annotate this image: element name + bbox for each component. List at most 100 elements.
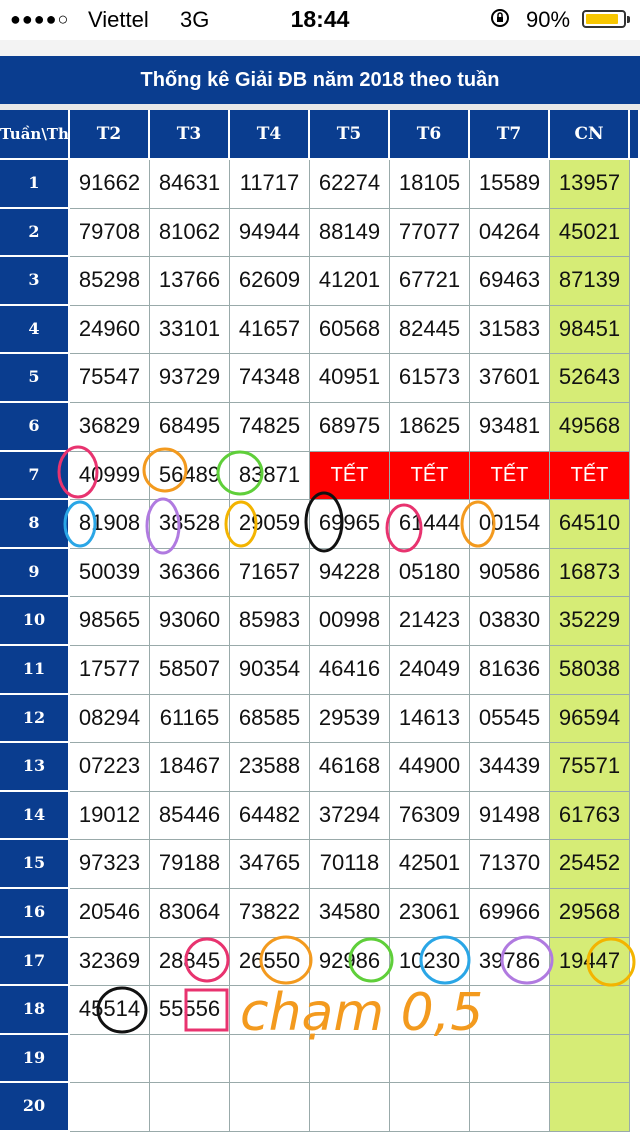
week-label: 15: [0, 840, 70, 889]
table-cell: 00998: [310, 597, 390, 646]
battery-icon: [582, 10, 630, 28]
table-cell: 76309: [390, 791, 470, 841]
table-cell: 24960: [70, 305, 150, 355]
table-cell: 20546: [70, 889, 150, 938]
table-cell: 33101: [150, 305, 230, 355]
table-cell: 69965: [310, 500, 390, 549]
table-cell: 18467: [150, 743, 230, 792]
table-cell: [310, 1083, 390, 1132]
table-cell: 85983: [230, 597, 310, 646]
week-label: 9: [0, 548, 70, 598]
table-cell: 58507: [150, 646, 230, 695]
table-cell: 94228: [310, 548, 390, 598]
table-cell: 31583: [470, 305, 550, 355]
week-label: 1: [0, 160, 70, 209]
table-cell: 24049: [390, 646, 470, 695]
column-header-t5: T5: [310, 110, 390, 160]
table-cell: 62274: [310, 160, 390, 209]
table-cell: 67721: [390, 257, 470, 306]
table-cell: 46416: [310, 646, 390, 695]
week-label: 4: [0, 305, 70, 355]
table-cell: 98451: [550, 305, 630, 355]
table-cell: 75571: [550, 743, 630, 792]
week-label: 2: [0, 208, 70, 258]
table-cell: 60568: [310, 305, 390, 355]
table-cell: 90586: [470, 548, 550, 598]
table-cell: 38528: [150, 500, 230, 549]
table-cell: [70, 1034, 150, 1084]
table-cell: 18105: [390, 160, 470, 209]
table-cell: [150, 1034, 230, 1084]
table-cell: 81908: [70, 500, 150, 549]
table-cell: 70118: [310, 840, 390, 889]
table-cell: 93060: [150, 597, 230, 646]
table-cell: 62609: [230, 257, 310, 306]
week-label: 13: [0, 743, 70, 792]
column-header-t6: T6: [390, 110, 470, 160]
table-cell: 69463: [470, 257, 550, 306]
table-cell: 83064: [150, 889, 230, 938]
table-cell: 45514: [70, 986, 150, 1035]
table-cell: [70, 1083, 150, 1132]
table-cell: [550, 1083, 630, 1132]
table-cell: 19012: [70, 791, 150, 841]
table-cell: 37294: [310, 791, 390, 841]
table-cell: 50039: [70, 548, 150, 598]
column-header-t3: T3: [150, 110, 230, 160]
table-cell: [230, 1034, 310, 1084]
table-cell: 61165: [150, 694, 230, 744]
table-cell: 56489: [150, 451, 230, 501]
table-cell: [230, 1083, 310, 1132]
column-header-cn: CN: [550, 110, 630, 160]
table-cell: 14613: [390, 694, 470, 744]
week-label: 18: [0, 986, 70, 1035]
table-cell: 98565: [70, 597, 150, 646]
table-cell: 55556: [150, 986, 230, 1035]
table-cell: 15589: [470, 160, 550, 209]
table-cell: 36366: [150, 548, 230, 598]
table-cell: 85298: [70, 257, 150, 306]
week-label: 11: [0, 646, 70, 695]
table-cell: 32369: [70, 937, 150, 987]
corner-header: Tuần\Thứ: [0, 110, 70, 160]
table-cell: [390, 986, 470, 1035]
table-cell: 23588: [230, 743, 310, 792]
table-cell: 25452: [550, 840, 630, 889]
table-cell: [390, 1034, 470, 1084]
table-cell: 37601: [470, 354, 550, 403]
table-cell: 74825: [230, 403, 310, 452]
table-cell: 17577: [70, 646, 150, 695]
table-cell: [310, 1034, 390, 1084]
table-cell: [470, 1034, 550, 1084]
table-cell: 52643: [550, 354, 630, 403]
table-cell: 58038: [550, 646, 630, 695]
table-cell: 08294: [70, 694, 150, 744]
week-label: 8: [0, 500, 70, 549]
status-bar: ●●●●○ Viettel 3G 18:44 90%: [0, 0, 640, 40]
table-cell: 93481: [470, 403, 550, 452]
table-cell: 81636: [470, 646, 550, 695]
table-cell: 71370: [470, 840, 550, 889]
table-cell: 44900: [390, 743, 470, 792]
table-cell: 19447: [550, 937, 630, 987]
table-cell: 10230: [390, 937, 470, 987]
table-cell: 29568: [550, 889, 630, 938]
table-cell: 68495: [150, 403, 230, 452]
week-label: 7: [0, 451, 70, 501]
week-label: 17: [0, 937, 70, 987]
table-cell: 34580: [310, 889, 390, 938]
table-cell: 23061: [390, 889, 470, 938]
table-cell: 03830: [470, 597, 550, 646]
table-cell: 29539: [310, 694, 390, 744]
table-cell: [310, 986, 390, 1035]
table-cell: 61444: [390, 500, 470, 549]
table-cell: 13766: [150, 257, 230, 306]
table-cell: TẾT: [390, 451, 470, 501]
table-cell: 77077: [390, 208, 470, 258]
table-cell: 64482: [230, 791, 310, 841]
table-cell: 07223: [70, 743, 150, 792]
table-cell: [550, 986, 630, 1035]
table-cell: 64510: [550, 500, 630, 549]
table-cell: 05180: [390, 548, 470, 598]
week-label: 12: [0, 694, 70, 744]
